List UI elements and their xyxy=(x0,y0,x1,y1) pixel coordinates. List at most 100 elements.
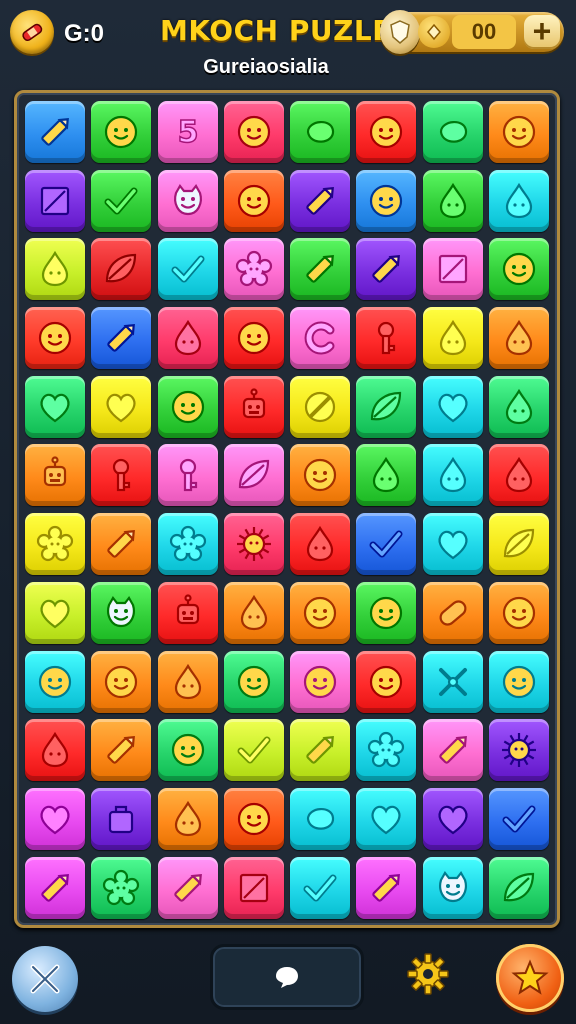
game-tile[interactable] xyxy=(422,650,483,713)
game-tile[interactable] xyxy=(356,719,417,782)
game-tile[interactable] xyxy=(356,375,417,438)
game-tile[interactable] xyxy=(223,444,284,507)
game-tile[interactable] xyxy=(223,101,284,163)
game-tile[interactable] xyxy=(25,169,85,232)
game-tile[interactable] xyxy=(356,787,417,850)
game-tile[interactable] xyxy=(223,375,284,438)
game-tile[interactable] xyxy=(223,307,284,370)
game-tile[interactable] xyxy=(356,650,417,713)
game-tile[interactable] xyxy=(422,513,483,576)
game-tile[interactable] xyxy=(489,307,550,370)
game-tile[interactable] xyxy=(422,375,483,438)
tools-button[interactable] xyxy=(12,946,78,1012)
game-tile[interactable] xyxy=(489,719,550,782)
game-tile[interactable] xyxy=(422,719,483,782)
game-tile[interactable] xyxy=(290,513,351,576)
game-tile[interactable] xyxy=(290,650,351,713)
game-tile[interactable] xyxy=(489,238,550,301)
game-tile[interactable] xyxy=(489,787,550,850)
game-tile[interactable] xyxy=(290,856,351,919)
game-tile[interactable] xyxy=(91,513,152,576)
game-tile[interactable] xyxy=(91,444,152,507)
game-tile[interactable] xyxy=(25,238,85,301)
game-tile[interactable] xyxy=(489,581,550,644)
game-tile[interactable] xyxy=(91,101,152,163)
game-tile[interactable] xyxy=(25,513,85,576)
game-tile[interactable] xyxy=(422,101,483,163)
game-tile[interactable] xyxy=(157,444,218,507)
game-tile[interactable] xyxy=(489,650,550,713)
game-tile[interactable] xyxy=(157,169,218,232)
game-tile[interactable] xyxy=(25,375,85,438)
bandage-button[interactable] xyxy=(10,10,54,54)
game-tile[interactable]: 5 xyxy=(157,101,218,163)
game-tile[interactable] xyxy=(157,513,218,576)
game-tile[interactable] xyxy=(25,101,85,163)
game-tile[interactable] xyxy=(91,581,152,644)
game-tile[interactable] xyxy=(157,375,218,438)
game-tile[interactable] xyxy=(223,856,284,919)
game-tile[interactable] xyxy=(489,169,550,232)
game-tile[interactable] xyxy=(223,169,284,232)
game-tile[interactable] xyxy=(25,787,85,850)
game-tile[interactable] xyxy=(157,856,218,919)
game-tile[interactable] xyxy=(356,101,417,163)
game-tile[interactable] xyxy=(91,375,152,438)
game-tile[interactable] xyxy=(157,238,218,301)
game-tile[interactable] xyxy=(157,787,218,850)
game-tile[interactable] xyxy=(223,238,284,301)
game-tile[interactable] xyxy=(422,787,483,850)
game-tile[interactable] xyxy=(290,375,351,438)
game-tile[interactable] xyxy=(290,787,351,850)
game-tile[interactable] xyxy=(290,101,351,163)
game-tile[interactable] xyxy=(25,650,85,713)
settings-button[interactable] xyxy=(404,950,452,998)
game-tile[interactable] xyxy=(157,650,218,713)
game-tile[interactable] xyxy=(223,513,284,576)
game-tile[interactable] xyxy=(25,307,85,370)
game-tile[interactable] xyxy=(91,856,152,919)
game-tile[interactable] xyxy=(91,650,152,713)
game-tile[interactable] xyxy=(489,101,550,163)
game-tile[interactable] xyxy=(157,581,218,644)
game-tile[interactable] xyxy=(422,444,483,507)
game-tile[interactable] xyxy=(91,787,152,850)
game-tile[interactable] xyxy=(25,719,85,782)
game-tile[interactable] xyxy=(422,169,483,232)
game-tile[interactable] xyxy=(91,307,152,370)
game-tile[interactable] xyxy=(489,513,550,576)
game-tile[interactable] xyxy=(25,856,85,919)
game-tile[interactable] xyxy=(91,238,152,301)
game-tile[interactable] xyxy=(223,787,284,850)
chat-button[interactable] xyxy=(210,944,364,1010)
game-tile[interactable] xyxy=(25,581,85,644)
game-tile[interactable] xyxy=(157,719,218,782)
game-tile[interactable] xyxy=(356,444,417,507)
game-tile[interactable] xyxy=(290,238,351,301)
game-tile[interactable] xyxy=(290,581,351,644)
game-tile[interactable] xyxy=(290,307,351,370)
game-tile[interactable] xyxy=(91,169,152,232)
game-tile[interactable] xyxy=(157,307,218,370)
game-tile[interactable] xyxy=(290,169,351,232)
game-tile[interactable] xyxy=(356,307,417,370)
game-tile[interactable] xyxy=(489,856,550,919)
game-tile[interactable] xyxy=(290,444,351,507)
game-tile[interactable] xyxy=(91,719,152,782)
game-tile[interactable] xyxy=(223,650,284,713)
game-tile[interactable] xyxy=(356,238,417,301)
add-currency-button[interactable]: + xyxy=(524,15,560,49)
game-tile[interactable] xyxy=(25,444,85,507)
game-tile[interactable] xyxy=(422,581,483,644)
game-tile[interactable] xyxy=(489,375,550,438)
game-tile[interactable] xyxy=(356,581,417,644)
game-tile[interactable] xyxy=(422,856,483,919)
game-tile[interactable] xyxy=(356,856,417,919)
game-tile[interactable] xyxy=(290,719,351,782)
game-tile[interactable] xyxy=(356,513,417,576)
game-tile[interactable] xyxy=(489,444,550,507)
game-tile[interactable] xyxy=(422,238,483,301)
game-tile[interactable] xyxy=(223,581,284,644)
game-tile[interactable] xyxy=(422,307,483,370)
star-button[interactable] xyxy=(496,944,564,1012)
